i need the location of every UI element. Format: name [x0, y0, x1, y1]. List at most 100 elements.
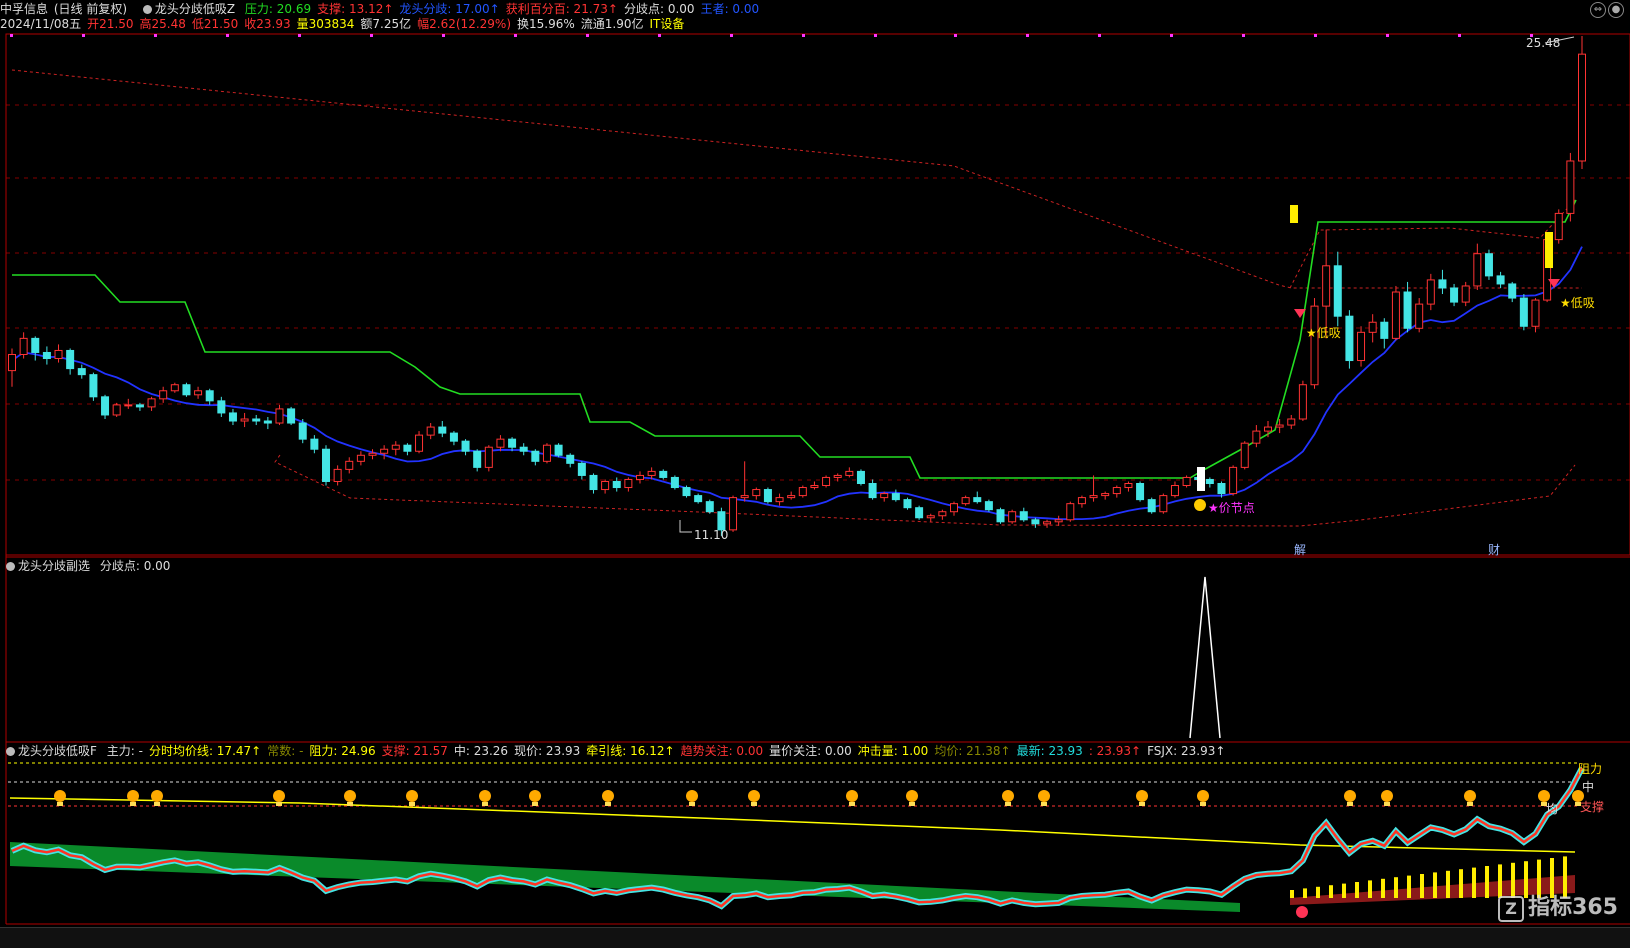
yellow-volume-bar	[1290, 890, 1294, 898]
candle-body	[415, 434, 424, 452]
candle-body	[915, 507, 924, 519]
label-zhicheng: 支撑	[1580, 800, 1605, 814]
yellow-volume-bar	[1420, 874, 1424, 898]
bulb-icon	[1136, 790, 1148, 802]
candle-body	[531, 450, 540, 462]
candle-body	[8, 353, 16, 372]
yellow-volume-bar	[1459, 869, 1463, 898]
price-node-signal: ★价节点	[1208, 501, 1255, 515]
bulb-base	[689, 802, 695, 806]
candle-body	[880, 493, 889, 499]
yellow-volume-bar	[1446, 870, 1450, 898]
yellow-volume-bar	[1381, 878, 1385, 898]
yellow-volume-bar	[1433, 872, 1437, 898]
dragon-divergence-line	[11, 246, 1583, 520]
candle-body	[159, 390, 168, 400]
event-mark-cai[interactable]: 财	[1488, 541, 1500, 558]
low-pointer	[679, 520, 692, 533]
candle-body	[950, 503, 958, 513]
candle-body	[1229, 466, 1238, 495]
panel3-0: 主力: -	[106, 744, 143, 758]
watermark-text: 指标365	[1528, 895, 1618, 920]
candle-body	[54, 349, 63, 360]
candle-body	[1310, 305, 1319, 386]
candle-body	[752, 489, 761, 497]
ball-icon	[1296, 906, 1308, 918]
candle-body	[1391, 291, 1400, 339]
yellow-signal-bar	[1290, 205, 1298, 223]
candle-body	[287, 408, 296, 424]
candle-body	[508, 438, 517, 448]
candle-body	[833, 474, 842, 478]
candle-body	[694, 495, 703, 503]
candle-body	[19, 337, 28, 355]
bulb-base	[532, 802, 538, 806]
label-jun: 均	[1546, 802, 1559, 816]
sub2-indicator-name[interactable]: 龙头分歧低吸F	[18, 744, 97, 758]
bulb-base	[57, 802, 63, 806]
candle-body	[263, 420, 272, 424]
candle-body	[961, 497, 970, 505]
candle-body	[856, 470, 865, 484]
signal-dot	[730, 34, 733, 37]
candlestick-chart[interactable]	[0, 0, 1630, 948]
bottom-tab-bar[interactable]	[0, 927, 1630, 948]
candle-body	[1043, 521, 1052, 525]
candle-body	[1112, 487, 1121, 495]
candle-body	[1496, 275, 1505, 285]
candle-body	[554, 444, 563, 456]
bulb-icon	[1464, 790, 1476, 802]
candle-body	[252, 418, 261, 422]
bulb-icon	[748, 790, 760, 802]
candle-body	[217, 400, 226, 414]
sub-indicator-name[interactable]: 龙头分歧副选	[18, 559, 90, 573]
bulb-base	[1139, 802, 1145, 806]
candle-body	[1415, 303, 1424, 329]
bulb-icon	[846, 790, 858, 802]
candle-body	[1473, 253, 1482, 287]
bulb-icon	[151, 790, 163, 802]
candle-body	[729, 497, 738, 531]
candle-body	[1205, 478, 1214, 484]
candle-body	[659, 470, 668, 478]
panel3-14: FSJX: 23.93↑	[1147, 744, 1226, 758]
yellow-volume-bar	[1485, 866, 1489, 898]
candle-body	[1066, 503, 1075, 521]
candle-body	[1275, 424, 1284, 428]
yellow-volume-bar	[1355, 882, 1359, 898]
sub-panel2-header: 龙头分歧低吸F 主力: - 分时均价线: 17.47↑ 常数: - 阻力: 24.96…	[0, 743, 1237, 759]
candle-body	[636, 474, 644, 480]
signal-dot	[954, 34, 957, 37]
candle-body	[1554, 212, 1563, 241]
panel3-7: 牵引线: 16.12↑	[586, 744, 675, 758]
candle-body	[380, 448, 389, 454]
candle-body	[1461, 285, 1470, 303]
yellow-volume-bar	[1472, 867, 1476, 898]
dixi-signal-2: ★低吸	[1560, 296, 1595, 310]
sub-indicator-toggle-icon[interactable]	[6, 562, 15, 571]
candle-body	[205, 390, 214, 402]
high-price-label: 25.48	[1526, 36, 1561, 50]
yellow-volume-bar	[1407, 875, 1411, 898]
candle-body	[42, 351, 51, 360]
candle-body	[1531, 299, 1540, 327]
event-mark-jie[interactable]: 解	[1294, 541, 1306, 558]
panel3-6: 现价: 23.93	[514, 744, 581, 758]
bulb-icon	[529, 790, 541, 802]
lower-dashed-line	[274, 454, 1576, 527]
yellow-volume-bar	[1329, 885, 1333, 898]
label-zhong: 中	[1582, 780, 1595, 794]
bulb-base	[482, 802, 488, 806]
candle-body	[705, 501, 714, 513]
candle-body	[1008, 511, 1017, 523]
candle-body	[1450, 287, 1459, 303]
bulb-icon	[273, 790, 285, 802]
candle-body	[996, 509, 1005, 523]
candle-body	[519, 446, 528, 452]
signal-dot	[1170, 34, 1173, 37]
sub2-indicator-toggle-icon[interactable]	[6, 747, 15, 756]
candle-body	[542, 444, 551, 462]
panel3-5: 中: 23.26	[453, 744, 509, 758]
candle-body	[1077, 497, 1086, 505]
panel2-0: 分歧点: 0.00	[99, 559, 171, 573]
